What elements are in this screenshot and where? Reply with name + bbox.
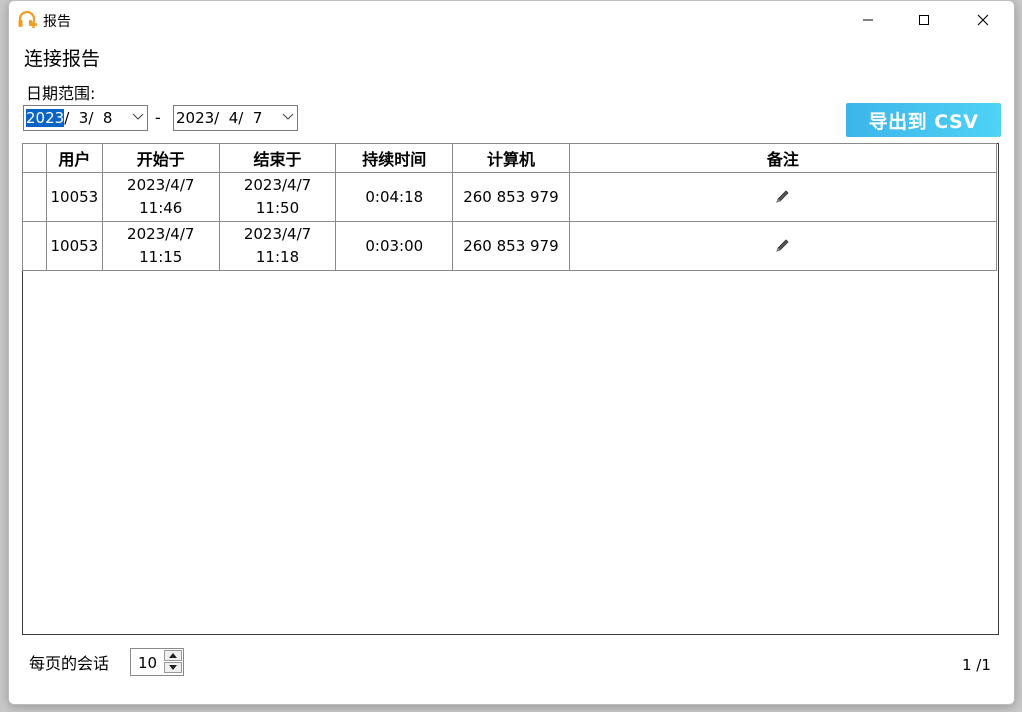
- sessions-per-page-value[interactable]: 10: [138, 654, 157, 672]
- pencil-icon[interactable]: [775, 190, 791, 204]
- column-header-start[interactable]: 开始于: [101, 143, 220, 173]
- minimize-button[interactable]: [845, 1, 891, 39]
- date-from-rest: / 3/ 8: [64, 109, 113, 127]
- date-to-text[interactable]: 2023/ 4/ 7: [176, 109, 262, 127]
- date-range-label: 日期范围:: [26, 84, 96, 103]
- cell-start-time: 11:46: [139, 199, 183, 217]
- triangle-up-icon: [169, 653, 177, 658]
- column-header-user[interactable]: 用户: [45, 143, 103, 173]
- report-window: 报告 连接报告 日期范围: 2023/ 3/ 8 - 2023/ 4/ 7 导出…: [8, 0, 1015, 705]
- cell-user: 10053: [45, 172, 103, 222]
- cell-start: 2023/4/7 11:15: [101, 221, 220, 271]
- cell-end: 2023/4/7 11:50: [218, 172, 337, 222]
- date-from-year-selected[interactable]: 2023: [26, 109, 65, 127]
- triangle-down-icon: [169, 665, 177, 670]
- cell-start-time: 11:15: [139, 248, 183, 266]
- minimize-icon: [863, 19, 873, 21]
- column-header-selector[interactable]: [22, 143, 47, 173]
- spinner-buttons: [164, 650, 182, 674]
- column-header-computer[interactable]: 计算机: [452, 143, 570, 173]
- table-header-row: 用户 开始于 结束于 持续时间 计算机 备注: [22, 143, 998, 173]
- export-csv-button[interactable]: 导出到 CSV: [846, 103, 1001, 137]
- date-separator: -: [155, 108, 161, 127]
- cell-end-date: 2023/4/7: [243, 225, 312, 243]
- cell-end-date: 2023/4/7: [243, 176, 312, 194]
- cell-end-time: 11:18: [255, 248, 300, 266]
- window-title: 报告: [43, 14, 71, 30]
- cell-notes[interactable]: [568, 172, 998, 222]
- page-title: 连接报告: [24, 48, 101, 70]
- row-selector[interactable]: [22, 221, 47, 271]
- date-to-picker[interactable]: 2023/ 4/ 7: [173, 105, 298, 131]
- close-button[interactable]: [960, 1, 1006, 39]
- cell-end-time: 11:50: [255, 199, 300, 217]
- cell-start: 2023/4/7 11:46: [101, 172, 220, 222]
- close-icon: [977, 14, 989, 26]
- cell-start-date: 2023/4/7: [127, 176, 195, 194]
- sessions-table: 用户 开始于 结束于 持续时间 计算机 备注 10053 2023/4/7 11:…: [22, 143, 999, 635]
- page-indicator: 1 /1: [962, 656, 991, 674]
- maximize-button[interactable]: [901, 1, 947, 39]
- cell-end: 2023/4/7 11:18: [218, 221, 337, 271]
- chevron-down-icon[interactable]: [132, 113, 144, 121]
- date-from-picker[interactable]: 2023/ 3/ 8: [23, 105, 148, 131]
- cell-duration: 0:03:00: [335, 221, 454, 271]
- spinner-up-button[interactable]: [164, 650, 182, 661]
- cell-duration: 0:04:18: [335, 172, 454, 222]
- cell-computer: 260 853 979: [452, 172, 570, 222]
- sessions-per-page-label: 每页的会话: [29, 654, 110, 673]
- column-header-duration[interactable]: 持续时间: [335, 143, 454, 173]
- cell-user: 10053: [45, 221, 103, 271]
- table-row[interactable]: 10053 2023/4/7 11:46 2023/4/7 11:50 0:04:1…: [22, 172, 998, 222]
- headset-plus-icon: [18, 11, 37, 28]
- table-row[interactable]: 10053 2023/4/7 11:15 2023/4/7 11:18 0:03:0…: [22, 221, 998, 271]
- maximize-icon: [919, 15, 929, 25]
- chevron-down-icon[interactable]: [282, 113, 294, 121]
- date-from-text[interactable]: 2023/ 3/ 8: [26, 109, 112, 127]
- sessions-grid: 用户 开始于 结束于 持续时间 计算机 备注 10053 2023/4/7 11:…: [22, 143, 998, 271]
- cell-start-date: 2023/4/7: [127, 225, 195, 243]
- column-header-end[interactable]: 结束于: [218, 143, 337, 173]
- pencil-icon[interactable]: [775, 239, 791, 253]
- title-bar[interactable]: 报告: [9, 1, 1014, 39]
- cell-computer: 260 853 979: [452, 221, 570, 271]
- cell-notes[interactable]: [568, 221, 998, 271]
- row-selector[interactable]: [22, 172, 47, 222]
- sessions-per-page-spinner[interactable]: 10: [130, 648, 184, 676]
- spinner-down-button[interactable]: [164, 662, 182, 673]
- column-header-notes[interactable]: 备注: [568, 143, 998, 173]
